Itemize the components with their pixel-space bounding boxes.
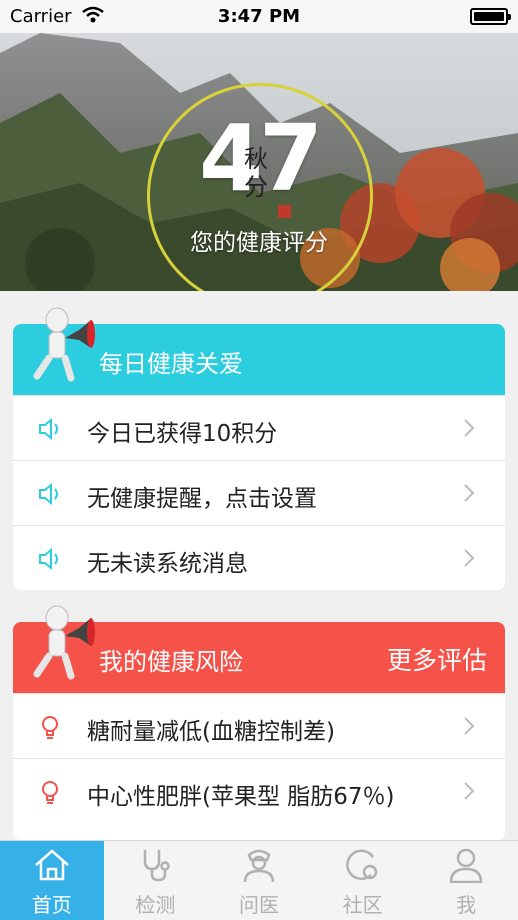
speaker-icon — [39, 547, 58, 571]
obesity-risk-label: 中心性肥胖(苹果型 脂肪67％) — [87, 784, 395, 810]
tab-check-label: 检测 — [135, 893, 176, 917]
tab-check[interactable]: 检测 — [104, 841, 208, 920]
chevron-right-icon — [464, 419, 475, 437]
hero-banner: 47 秋分 您的健康评分 — [0, 33, 518, 291]
list-item[interactable]: 今日已获得10积分 — [13, 395, 505, 460]
tab-home[interactable]: 首页 — [0, 841, 104, 920]
tab-ask-doctor-label: 问医 — [238, 893, 279, 917]
megaphone-mascot-icon — [33, 307, 95, 382]
speaker-icon — [39, 482, 58, 506]
list-item[interactable]: 中心性肥胖(苹果型 脂肪67％) — [13, 758, 505, 823]
red-seal-stamp — [278, 205, 291, 218]
health-risks-card: 我的健康风险 更多评估 糖耐量减低(血糖控制差) 中心性肥胖(苹果型 脂肪67％… — [13, 605, 505, 840]
lightbulb-icon — [42, 716, 58, 739]
megaphone-mascot-icon — [33, 605, 95, 680]
person-icon — [449, 848, 483, 883]
tab-me[interactable]: 我 — [414, 841, 518, 920]
stethoscope-icon — [144, 850, 171, 882]
autumn-equinox-seal: 秋分 — [244, 145, 268, 201]
community-icon — [345, 849, 377, 881]
doctor-icon — [243, 849, 275, 883]
system-messages-label: 无未读系统消息 — [87, 551, 248, 577]
list-item[interactable]: 无健康提醒，点击设置 — [13, 460, 505, 525]
health-score-caption: 您的健康评分 — [190, 230, 328, 256]
health-reminder-label: 无健康提醒，点击设置 — [87, 486, 317, 512]
chevron-right-icon — [464, 717, 475, 735]
chevron-right-icon — [464, 484, 475, 502]
lightbulb-icon — [42, 781, 58, 804]
tab-bar: 首页 检测 问医 社区 我 — [0, 840, 518, 920]
tab-community[interactable]: 社区 — [311, 841, 415, 920]
health-risks-title: 我的健康风险 — [99, 648, 243, 676]
more-assessments-link[interactable]: 更多评估 — [387, 641, 487, 677]
daily-care-title: 每日健康关爱 — [99, 350, 243, 378]
speaker-icon — [39, 417, 58, 441]
clock: 3:47 PM — [217, 6, 301, 27]
daily-care-card: 每日健康关爱 今日已获得10积分 无健康提醒，点击设置 无未读系统消息 — [13, 307, 505, 590]
tab-ask-doctor[interactable]: 问医 — [207, 841, 311, 920]
tab-me-label: 我 — [456, 893, 477, 917]
tab-home-label: 首页 — [31, 893, 72, 917]
chevron-right-icon — [464, 549, 475, 567]
points-earned-label: 今日已获得10积分 — [87, 421, 278, 447]
battery-icon — [470, 8, 511, 25]
glucose-risk-label: 糖耐量减低(血糖控制差) — [87, 719, 335, 745]
chevron-right-icon — [464, 782, 475, 800]
tab-community-label: 社区 — [342, 893, 383, 917]
home-icon — [34, 849, 69, 881]
status-bar: Carrier 3:47 PM — [0, 0, 518, 33]
list-item[interactable]: 糖耐量减低(血糖控制差) — [13, 693, 505, 758]
list-item[interactable]: 无未读系统消息 — [13, 525, 505, 590]
